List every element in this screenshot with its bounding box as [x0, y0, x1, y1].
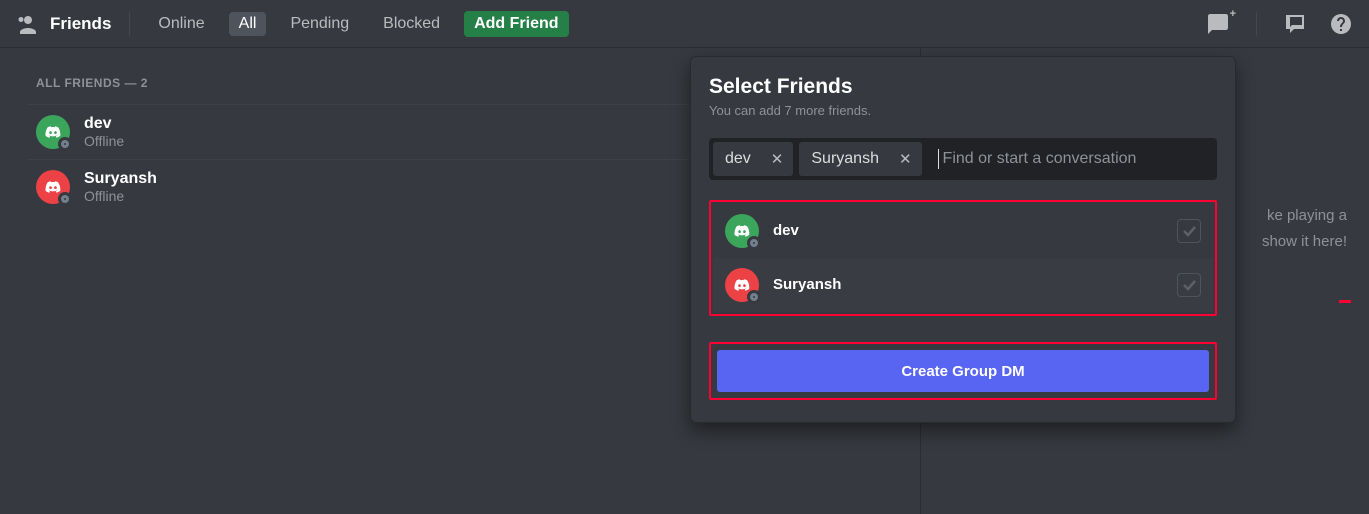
- chip-label: Suryansh: [811, 150, 879, 168]
- avatar: [725, 214, 759, 248]
- create-group-dm-button[interactable]: Create Group DM: [717, 350, 1209, 392]
- select-friends-popover: Select Friends You can add 7 more friend…: [690, 56, 1236, 423]
- friend-options-highlight: dev Suryansh: [709, 200, 1217, 316]
- status-offline-icon: [58, 192, 72, 206]
- popover-title: Select Friends: [709, 75, 1217, 99]
- status-offline-icon: [747, 236, 761, 250]
- friends-heading: Friends: [16, 12, 111, 36]
- friend-chip[interactable]: Suryansh ✕: [799, 142, 921, 176]
- option-checkbox[interactable]: [1177, 273, 1201, 297]
- tab-online[interactable]: Online: [148, 12, 214, 36]
- popover-subtitle: You can add 7 more friends.: [709, 103, 1217, 118]
- avatar: [36, 115, 70, 149]
- header-bar: Friends Online All Pending Blocked Add F…: [0, 0, 1369, 48]
- chip-remove-icon[interactable]: ✕: [771, 150, 784, 168]
- option-name: dev: [773, 223, 799, 240]
- status-offline-icon: [58, 137, 72, 151]
- friend-name: Suryansh: [84, 170, 157, 188]
- friends-icon: [16, 12, 40, 36]
- chip-remove-icon[interactable]: ✕: [899, 150, 912, 168]
- friend-option[interactable]: dev: [713, 204, 1213, 258]
- new-group-dm-icon[interactable]: +: [1206, 12, 1230, 36]
- inbox-icon[interactable]: [1283, 12, 1307, 36]
- avatar: [36, 170, 70, 204]
- option-checkbox[interactable]: [1177, 219, 1201, 243]
- option-name: Suryansh: [773, 277, 841, 294]
- tab-pending[interactable]: Pending: [280, 12, 359, 36]
- header-right: +: [1206, 12, 1353, 36]
- create-button-highlight: Create Group DM: [709, 342, 1217, 400]
- tab-blocked[interactable]: Blocked: [373, 12, 450, 36]
- page-title: Friends: [50, 14, 111, 34]
- divider: [129, 12, 130, 36]
- avatar: [725, 268, 759, 302]
- tab-all[interactable]: All: [229, 12, 267, 36]
- friend-chip[interactable]: dev ✕: [713, 142, 793, 176]
- annotation-mark: [1339, 300, 1351, 303]
- help-icon[interactable]: [1329, 12, 1353, 36]
- chip-label: dev: [725, 150, 751, 168]
- selected-chips-row: dev ✕ Suryansh ✕ Find or start a convers…: [709, 138, 1217, 180]
- friend-search-input[interactable]: Find or start a conversation: [928, 142, 1213, 176]
- add-friend-button[interactable]: Add Friend: [464, 11, 568, 37]
- status-offline-icon: [747, 290, 761, 304]
- header-left: Friends Online All Pending Blocked Add F…: [16, 11, 569, 37]
- friend-name: dev: [84, 115, 124, 133]
- friend-status: Offline: [84, 188, 157, 204]
- divider: [1256, 12, 1257, 36]
- friend-option[interactable]: Suryansh: [713, 258, 1213, 312]
- friend-status: Offline: [84, 133, 124, 149]
- activity-placeholder-text: ke playing a show it here!: [1262, 203, 1347, 254]
